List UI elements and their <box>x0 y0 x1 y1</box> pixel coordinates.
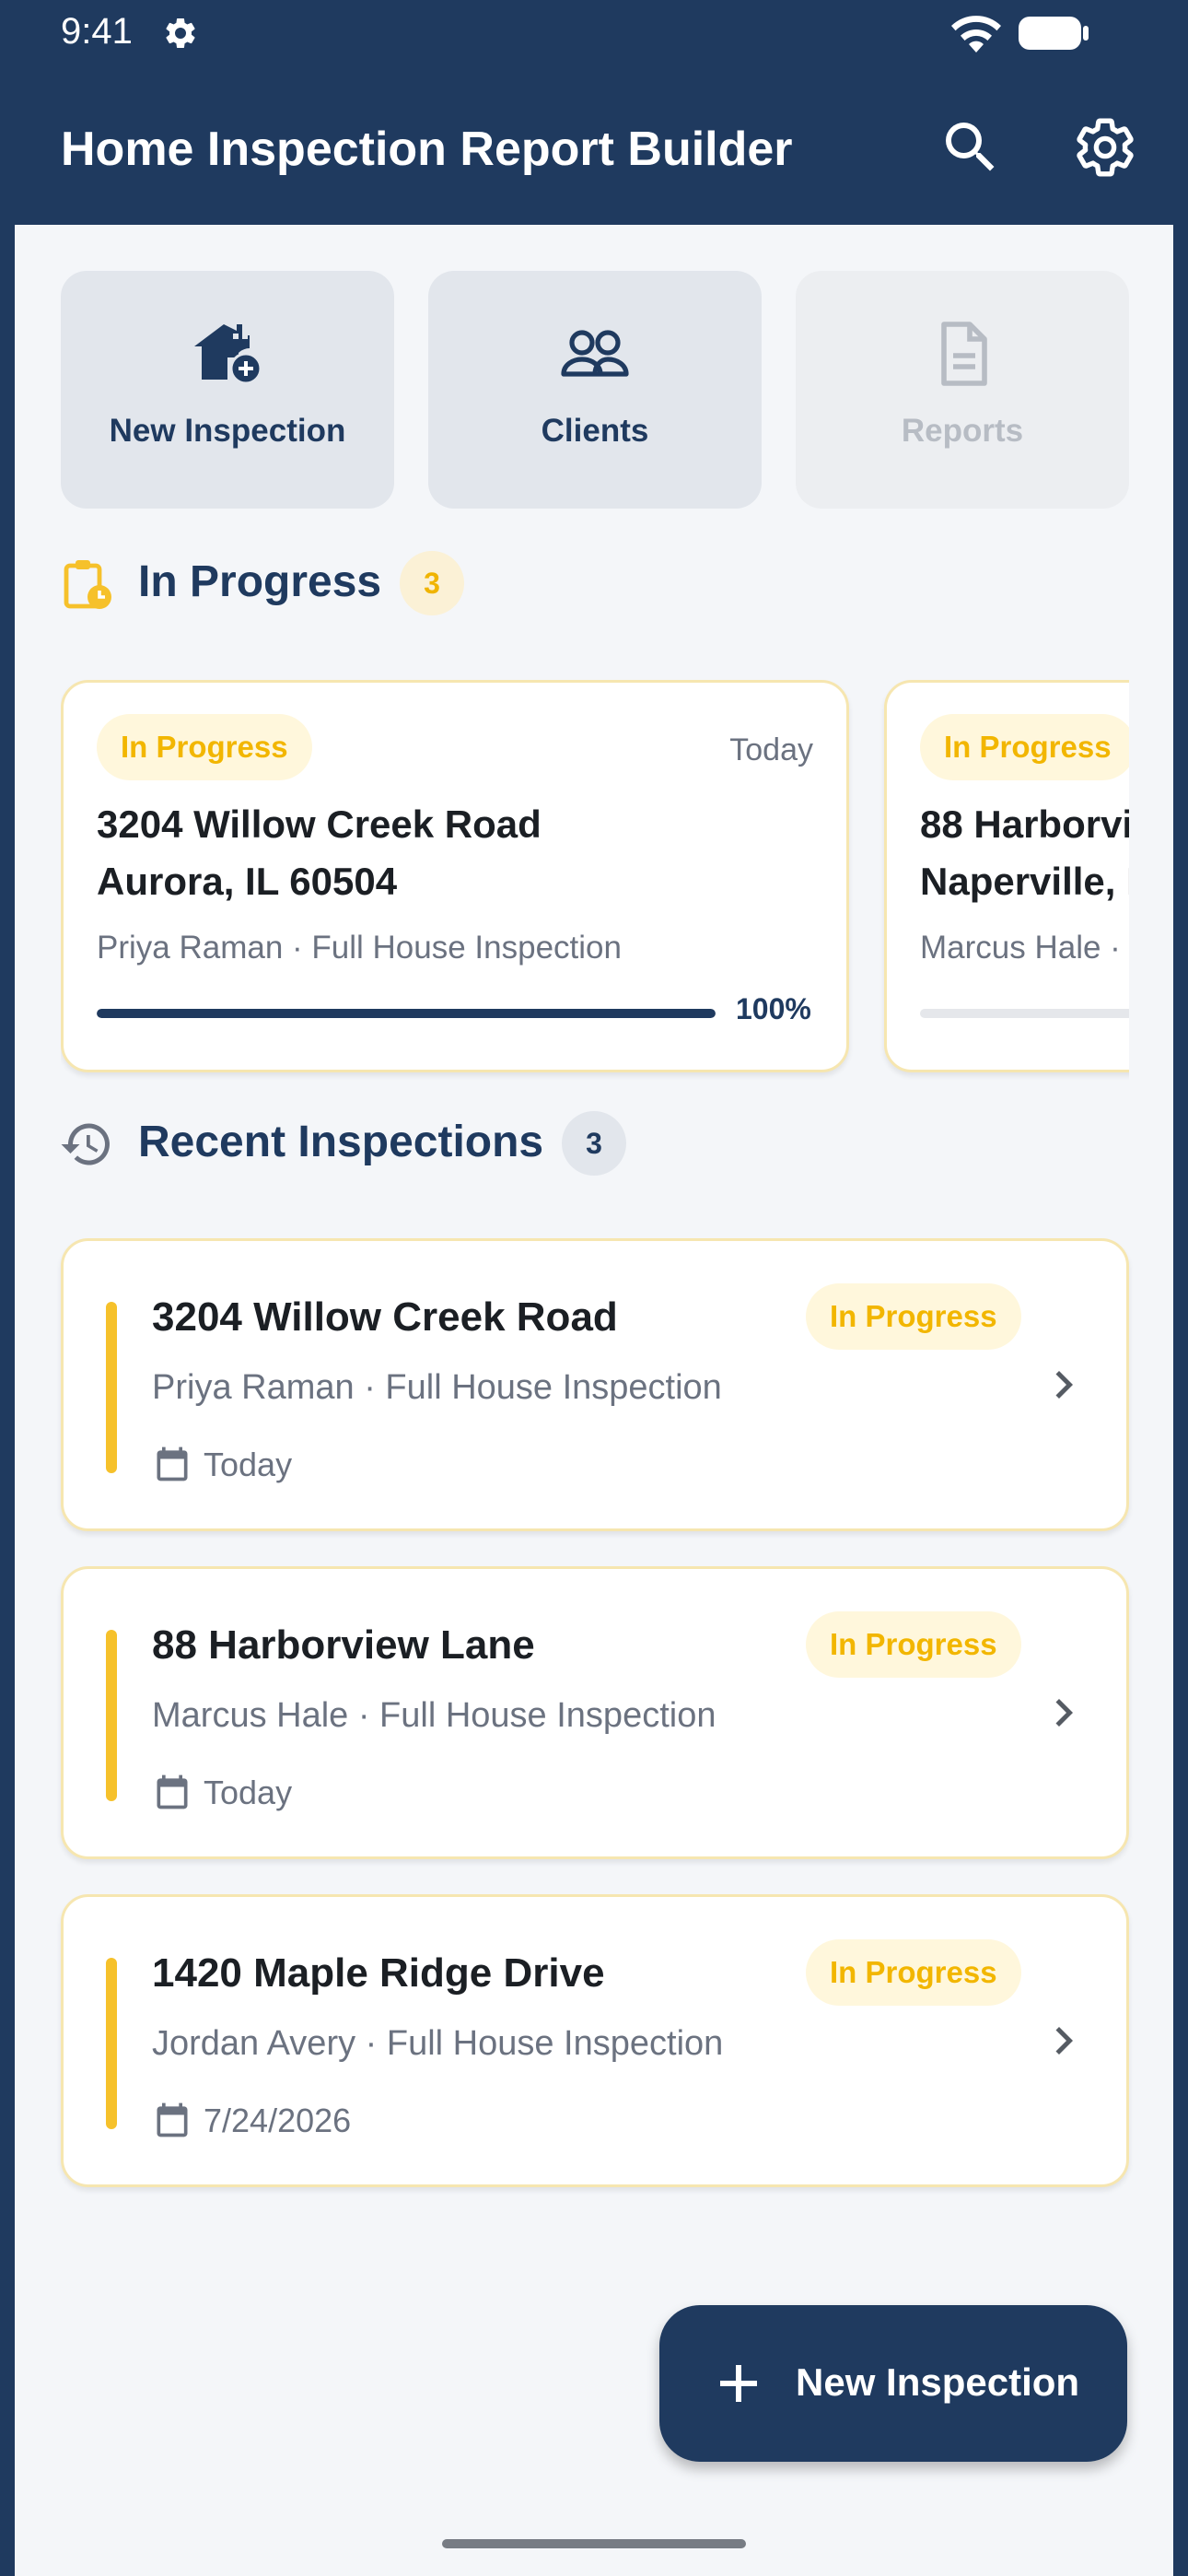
chevron-right-icon <box>1055 1699 1073 1727</box>
clipboard-clock-icon <box>64 560 111 609</box>
quick-action-reports[interactable]: Reports <box>796 271 1129 509</box>
card-subtitle: Marcus Hale · <box>920 930 1121 966</box>
new-inspection-fab[interactable]: New Inspection <box>659 2305 1127 2462</box>
status-badge: In Progress <box>806 1611 1021 1678</box>
item-address: 1420 Maple Ridge Drive <box>152 1950 605 1996</box>
in-progress-card[interactable]: In Progress 88 Harborvi Naperville, I Ma… <box>884 680 1129 1072</box>
status-time: 9:41 <box>61 11 133 52</box>
calendar-icon <box>157 1446 188 1481</box>
progress-bar-fill <box>97 1009 716 1018</box>
quick-action-clients[interactable]: Clients <box>428 271 762 509</box>
card-date: Today <box>729 732 813 767</box>
search-icon[interactable] <box>938 114 1004 181</box>
card-address-line2: Aurora, IL 60504 <box>97 860 398 903</box>
quick-action-label: Clients <box>541 413 649 449</box>
item-date: Today <box>204 1774 293 1811</box>
recent-count-badge: 3 <box>562 1111 626 1176</box>
chevron-right-icon <box>1055 1371 1073 1399</box>
status-accent-bar <box>106 1302 117 1473</box>
quick-action-label: New Inspection <box>109 413 346 449</box>
gear-icon <box>166 18 195 48</box>
status-accent-bar <box>106 1958 117 2129</box>
status-bar: 9:41 <box>0 0 1188 64</box>
calendar-icon <box>157 2102 188 2137</box>
recent-inspection-item[interactable]: 3204 Willow Creek Road Priya Raman · Ful… <box>61 1238 1129 1531</box>
in-progress-card[interactable]: In Progress Today 3204 Willow Creek Road… <box>61 680 849 1072</box>
app-title: Home Inspection Report Builder <box>61 123 793 176</box>
battery-icon <box>1019 17 1089 50</box>
plus-icon <box>720 2365 757 2402</box>
chevron-right-icon <box>1055 2027 1073 2055</box>
quick-action-new-inspection[interactable]: New Inspection <box>61 271 394 509</box>
in-progress-carousel[interactable]: In Progress Today 3204 Willow Creek Road… <box>61 676 1129 1082</box>
document-icon <box>941 322 987 386</box>
main-content: New Inspection Clients Reports In Progre… <box>15 225 1173 2576</box>
card-subtitle: Priya Raman · Full House Inspection <box>97 930 622 966</box>
section-title-in-progress: In Progress <box>138 557 382 606</box>
item-date: 7/24/2026 <box>204 2102 352 2139</box>
wifi-icon <box>951 16 1001 53</box>
status-badge: In Progress <box>806 1939 1021 2006</box>
item-address: 88 Harborview Lane <box>152 1622 535 1668</box>
card-address-line2: Naperville, I <box>920 860 1129 903</box>
calendar-icon <box>157 1774 188 1809</box>
settings-icon[interactable] <box>1072 114 1138 181</box>
progress-percent: 100% <box>736 992 811 1025</box>
section-title-recent: Recent Inspections <box>138 1118 544 1166</box>
item-subtitle: Jordan Avery · Full House Inspection <box>152 2024 724 2063</box>
item-subtitle: Marcus Hale · Full House Inspection <box>152 1696 716 1735</box>
recent-inspection-item[interactable]: 1420 Maple Ridge Drive Jordan Avery · Fu… <box>61 1894 1129 2187</box>
item-subtitle: Priya Raman · Full House Inspection <box>152 1368 722 1407</box>
status-accent-bar <box>106 1630 117 1801</box>
add-home-icon <box>194 324 262 385</box>
item-address: 3204 Willow Creek Road <box>152 1294 618 1340</box>
status-badge: In Progress <box>920 714 1129 780</box>
people-icon <box>561 330 629 377</box>
item-date: Today <box>204 1446 293 1483</box>
card-address-line1: 88 Harborvi <box>920 802 1129 846</box>
progress-bar <box>920 1009 1129 1018</box>
recent-inspection-item[interactable]: 88 Harborview Lane Marcus Hale · Full Ho… <box>61 1566 1129 1859</box>
quick-action-label: Reports <box>901 413 1024 449</box>
status-badge: In Progress <box>806 1283 1021 1350</box>
app-bar: Home Inspection Report Builder <box>0 64 1188 225</box>
card-address-line1: 3204 Willow Creek Road <box>97 802 542 846</box>
progress-bar <box>97 1009 716 1018</box>
home-indicator[interactable] <box>442 2539 746 2548</box>
status-badge: In Progress <box>97 714 312 780</box>
history-icon <box>61 1123 110 1165</box>
fab-label: New Inspection <box>796 2360 1080 2404</box>
in-progress-count-badge: 3 <box>400 551 464 615</box>
